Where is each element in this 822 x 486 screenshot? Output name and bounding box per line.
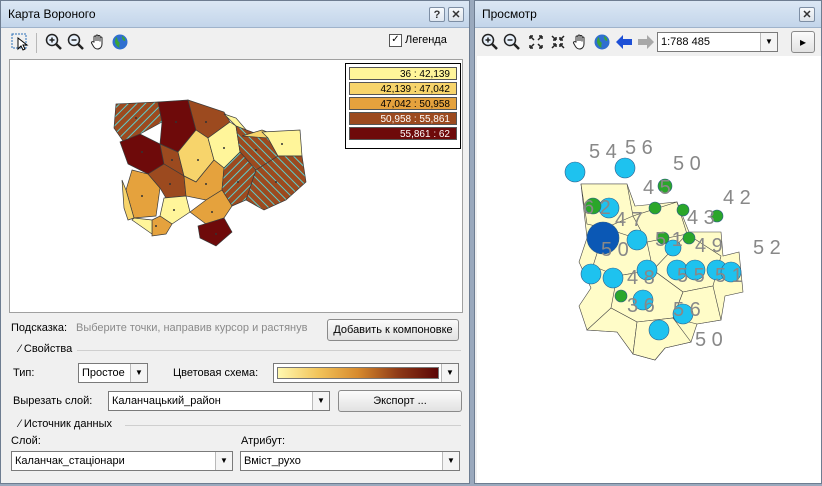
type-select[interactable]: Простое ▼ xyxy=(78,363,148,383)
chevron-down-icon: ▼ xyxy=(441,364,458,382)
window-title: Просмотр xyxy=(482,7,537,21)
properties-label: ⁄ Свойства xyxy=(19,343,73,355)
map-value-label: 5 6 xyxy=(673,299,701,321)
legend-checkbox[interactable]: ✓ xyxy=(389,34,402,47)
chevron-down-icon: ▼ xyxy=(215,452,232,470)
zoom-out-fixed-icon[interactable] xyxy=(548,32,568,52)
chevron-down-icon: ▼ xyxy=(130,364,147,382)
pan-hand-icon[interactable] xyxy=(88,32,108,52)
map-value-label: 5 0 xyxy=(673,153,701,175)
data-source-label: ⁄ Источник данных xyxy=(19,418,113,430)
color-scheme-label: Цветовая схема: xyxy=(173,367,259,379)
preview-window: Просмотр ✕ 1:788 485 ▼ ▸ 5 4 5 6 5 0 4 5… xyxy=(474,0,822,484)
scale-select[interactable]: 1:788 485 ▼ xyxy=(657,32,778,52)
chevron-down-icon: ▼ xyxy=(442,452,459,470)
close-button[interactable]: ✕ xyxy=(448,7,464,22)
pan-hand-icon[interactable] xyxy=(570,32,590,52)
voronoi-map-window: Карта Вороного ? ✕ ✓ Легенда 36: 42,139… xyxy=(0,0,470,484)
select-arrow-icon[interactable] xyxy=(10,32,30,52)
hint-label: Подсказка: xyxy=(11,322,68,334)
map-value-label: 3 6 xyxy=(627,295,655,317)
station-circle xyxy=(580,263,602,285)
zoom-in-icon[interactable] xyxy=(44,32,64,52)
station-circle xyxy=(648,201,662,215)
station-circle xyxy=(648,319,670,341)
zoom-out-icon[interactable] xyxy=(66,32,86,52)
chevron-down-icon: ▼ xyxy=(760,33,777,51)
add-to-layout-button[interactable]: Добавить к компоновке xyxy=(327,319,459,341)
color-scheme-select[interactable]: ▼ xyxy=(273,363,459,383)
close-button[interactable]: ✕ xyxy=(799,7,815,22)
map-value-label: 4 2 xyxy=(723,187,751,209)
map-value-label: 5 1 xyxy=(655,229,683,251)
map-value-label: 4 5 xyxy=(643,177,671,199)
type-label: Тип: xyxy=(13,367,35,379)
go-button[interactable]: ▸ xyxy=(791,31,815,53)
map-value-label: 4 3 xyxy=(687,207,715,229)
attribute-select[interactable]: Вміст_рухо ▼ xyxy=(240,451,460,471)
data-source-divider xyxy=(125,425,461,426)
station-circle xyxy=(626,229,648,251)
layer-label: Слой: xyxy=(11,435,41,447)
map-value-label: 5 0 xyxy=(601,239,629,261)
map-value-label: 4 7 xyxy=(615,209,643,231)
clip-layer-select[interactable]: Каланчацький_район ▼ xyxy=(108,391,330,411)
help-button[interactable]: ? xyxy=(429,7,445,22)
layer-select[interactable]: Каланчак_стаціонари ▼ xyxy=(11,451,233,471)
zoom-in-icon[interactable] xyxy=(480,32,500,52)
chevron-down-icon: ▼ xyxy=(312,392,329,410)
map-value-label: 6 2 xyxy=(583,197,611,219)
properties-divider xyxy=(77,350,461,351)
map-value-label: 5 6 xyxy=(625,137,653,159)
forward-arrow-icon xyxy=(636,32,656,52)
back-arrow-icon[interactable] xyxy=(614,32,634,52)
preview-map-canvas[interactable]: 5 45 65 04 54 26 24 74 35 05 14 95 24 85… xyxy=(477,56,821,483)
zoom-in-fixed-icon[interactable] xyxy=(526,32,546,52)
attribute-label: Атрибут: xyxy=(241,435,286,447)
preview-titlebar[interactable]: Просмотр ✕ xyxy=(475,1,821,28)
map-legend: 36 : 42,139 42,139 : 47,042 47,042 : 50,… xyxy=(345,63,461,149)
legend-item: 55,861 : 62 xyxy=(349,127,457,140)
legend-item: 42,139 : 47,042 xyxy=(349,82,457,95)
station-circle xyxy=(564,161,586,183)
station-circle xyxy=(614,289,628,303)
map-value-label: 4 9 xyxy=(695,235,723,257)
legend-checkbox-label: Легенда xyxy=(405,34,447,46)
map-value-label: 5 2 xyxy=(753,237,781,259)
map-value-label: 5 1 xyxy=(715,265,743,287)
station-circle xyxy=(614,157,636,179)
map-value-label: 5 0 xyxy=(695,329,723,351)
station-circle xyxy=(602,267,624,289)
legend-item: 50,958 : 55,861 xyxy=(349,112,457,125)
legend-item: 36 : 42,139 xyxy=(349,67,457,80)
window-title: Карта Вороного xyxy=(8,7,96,21)
map-value-label: 5 4 xyxy=(589,141,617,163)
map-value-label: 5 5 xyxy=(677,265,705,287)
legend-item: 47,042 : 50,958 xyxy=(349,97,457,110)
globe-icon[interactable] xyxy=(592,32,612,52)
clip-layer-label: Вырезать слой: xyxy=(13,395,93,407)
export-button[interactable]: Экспорт ... xyxy=(338,390,462,412)
hint-text: Выберите точки, направив курсор и растян… xyxy=(76,322,308,334)
station-circle xyxy=(682,231,696,245)
globe-icon[interactable] xyxy=(110,32,130,52)
map-value-label: 4 8 xyxy=(627,267,655,289)
zoom-out-icon[interactable] xyxy=(502,32,522,52)
voronoi-titlebar[interactable]: Карта Вороного ? ✕ xyxy=(1,1,469,28)
